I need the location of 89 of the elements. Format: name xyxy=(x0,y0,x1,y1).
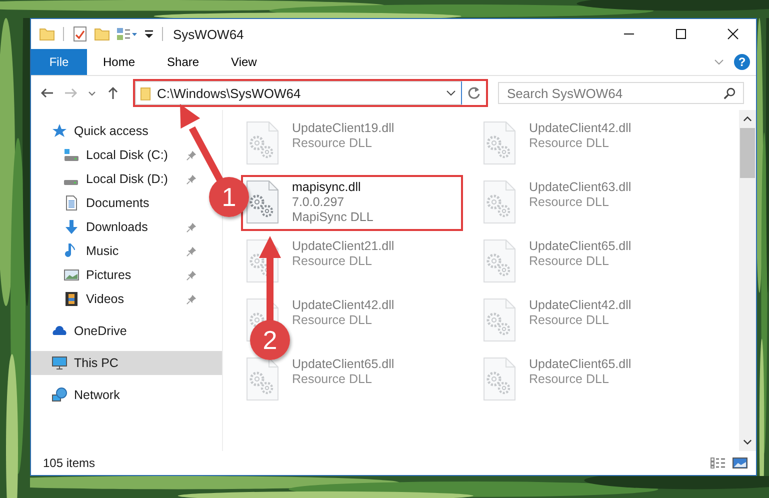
file-type: Resource DLL xyxy=(529,254,610,269)
file-type: Resource DLL xyxy=(529,136,610,151)
file-type: Resource DLL xyxy=(292,136,373,151)
gear-file-icon xyxy=(482,357,516,401)
file-name[interactable]: mapisync.dll xyxy=(292,180,374,195)
item-count: 105 items xyxy=(43,456,96,470)
sidebar-label: Pictures xyxy=(86,268,132,282)
details-view-icon[interactable] xyxy=(710,457,726,469)
sidebar-label: Downloads xyxy=(86,220,149,234)
file-name[interactable]: UpdateClient65.dll xyxy=(529,357,632,372)
file-name[interactable]: UpdateClient42.dll xyxy=(292,298,394,313)
ribbon-tab[interactable]: Home xyxy=(87,49,152,75)
checklist-icon[interactable] xyxy=(72,26,88,42)
sidebar-label: OneDrive xyxy=(74,324,127,338)
help-button[interactable]: ? xyxy=(734,54,750,70)
file-type: Resource DLL xyxy=(529,195,610,210)
ribbon-tab[interactable]: Share xyxy=(151,49,216,75)
file-type: Resource DLL xyxy=(529,372,610,387)
gear-file-icon xyxy=(482,121,516,165)
file-name[interactable]: UpdateClient42.dll xyxy=(529,298,632,313)
scroll-up-icon[interactable] xyxy=(743,116,752,122)
network-icon xyxy=(51,387,68,403)
search-icon[interactable] xyxy=(723,87,736,100)
sidebar-item[interactable]: Quick access xyxy=(31,119,203,143)
file-type: Resource DLL xyxy=(292,313,373,328)
film-icon xyxy=(63,291,80,307)
sidebar-label: Quick access xyxy=(74,124,148,138)
file-type: MapiSync DLL xyxy=(292,210,374,225)
document-icon xyxy=(63,195,80,211)
pin-icon[interactable] xyxy=(186,174,197,184)
window-title: SysWOW64 xyxy=(173,26,244,42)
gear-file-icon xyxy=(245,180,279,224)
file-version: 7.0.0.297 xyxy=(292,195,346,210)
sidebar-label: Local Disk (D:) xyxy=(86,172,169,186)
pin-icon[interactable] xyxy=(186,270,197,280)
folder-icon xyxy=(140,86,151,100)
number-badge: 2 xyxy=(250,320,290,360)
layout-icon[interactable] xyxy=(116,26,138,42)
gear-file-icon xyxy=(482,180,516,224)
file-type: Resource DLL xyxy=(292,254,373,269)
sidebar-item[interactable]: Local Disk (C:) xyxy=(31,143,203,167)
file-name[interactable]: UpdateClient42.dll xyxy=(529,121,632,136)
file-name[interactable]: UpdateClient21.dll xyxy=(292,239,394,254)
number-badge: 1 xyxy=(209,177,249,217)
pin-icon[interactable] xyxy=(186,246,197,256)
gear-file-icon xyxy=(245,121,279,165)
drive-icon xyxy=(63,147,80,163)
address-field[interactable]: C:\Windows\SysWOW64 xyxy=(135,81,462,105)
dropdown-icon[interactable] xyxy=(446,90,456,96)
sidebar-label: Documents xyxy=(86,196,150,210)
star-icon xyxy=(51,123,68,139)
pin-icon[interactable] xyxy=(186,150,197,160)
sidebar-item[interactable]: Videos xyxy=(31,287,203,311)
sidebar-item[interactable]: This PC xyxy=(31,351,222,375)
sidebar-item[interactable]: Documents xyxy=(31,191,203,215)
gear-file-icon xyxy=(245,357,279,401)
sidebar-item[interactable]: OneDrive xyxy=(31,319,203,343)
pin-icon[interactable] xyxy=(186,294,197,304)
sidebar-label: Network xyxy=(74,388,120,402)
scrollbar[interactable] xyxy=(739,110,756,451)
search-field[interactable]: Search SysWOW64 xyxy=(498,82,744,104)
sidebar-label: Videos xyxy=(86,292,125,306)
scroll-thumb[interactable] xyxy=(740,128,755,178)
thumbnail-view-icon[interactable] xyxy=(732,457,748,469)
monitor-icon xyxy=(51,355,68,371)
sidebar-item[interactable]: Pictures xyxy=(31,263,203,287)
ribbon-tab[interactable]: View xyxy=(215,49,273,75)
gear-file-icon xyxy=(482,298,516,342)
file-tab[interactable]: File xyxy=(31,49,87,75)
file-name[interactable]: UpdateClient65.dll xyxy=(292,357,394,372)
file-type: Resource DLL xyxy=(529,313,610,328)
scroll-down-icon[interactable] xyxy=(743,439,752,445)
sidebar-label: Music xyxy=(86,244,120,258)
file-type: Resource DLL xyxy=(292,372,373,387)
sidebar-label: Local Disk (C:) xyxy=(86,148,169,162)
sidebar-item[interactable]: Downloads xyxy=(31,215,203,239)
gear-file-icon xyxy=(482,239,516,283)
download-icon xyxy=(63,219,80,235)
drive-icon xyxy=(64,180,78,185)
file-name[interactable]: UpdateClient19.dll xyxy=(292,121,394,136)
file-name[interactable]: UpdateClient65.dll xyxy=(529,239,632,254)
sidebar-label: This PC xyxy=(74,356,118,370)
chevron-icon[interactable] xyxy=(714,59,724,65)
pictures-icon xyxy=(63,267,80,283)
pin-icon[interactable] xyxy=(186,222,197,232)
sidebar-item[interactable]: Local Disk (D:) xyxy=(31,167,203,191)
file-name[interactable]: UpdateClient63.dll xyxy=(529,180,632,195)
sidebar-item[interactable]: Network xyxy=(31,383,203,407)
sidebar-item[interactable]: Music xyxy=(31,239,203,263)
